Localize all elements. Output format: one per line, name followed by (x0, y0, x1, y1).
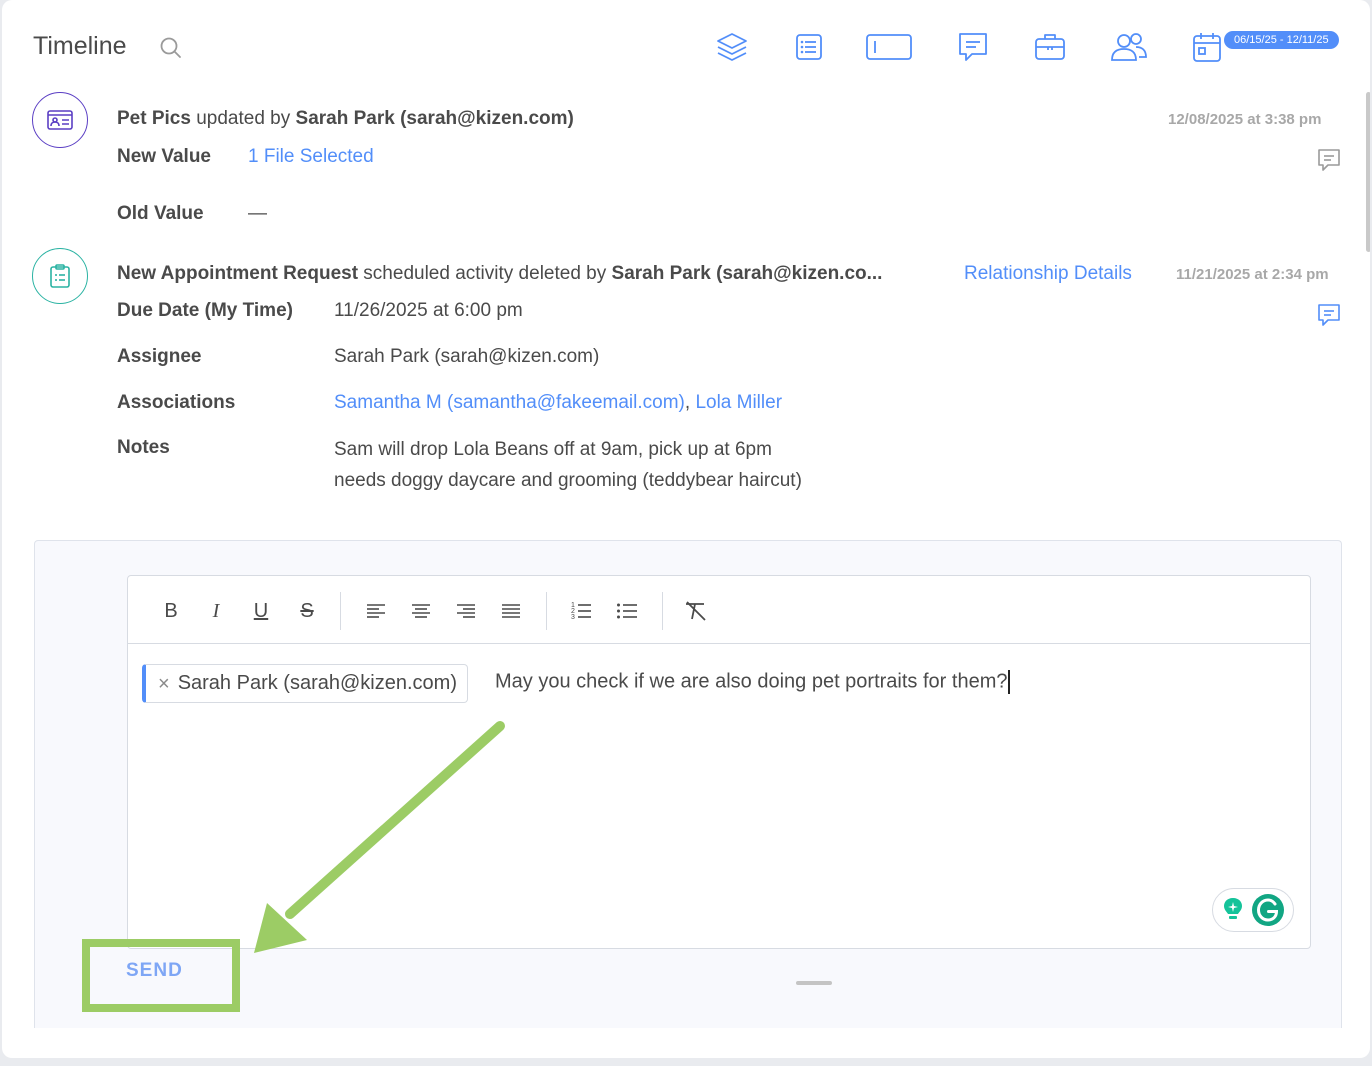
grammarly-icon (1252, 894, 1284, 926)
record-name: Pet Pics (117, 108, 191, 129)
bullet-list-icon[interactable] (614, 598, 640, 624)
field-icon[interactable] (864, 28, 914, 66)
clear-format-icon[interactable] (683, 598, 709, 624)
page-title: Timeline (33, 32, 127, 60)
strikethrough-button[interactable]: S (294, 598, 320, 624)
message-content: May you check if we are also doing pet p… (495, 670, 1008, 693)
field-label: Due Date (My Time) (117, 300, 293, 321)
message-icon[interactable] (954, 28, 992, 66)
align-center-icon[interactable] (408, 598, 434, 624)
record-name: New Appointment Request (117, 263, 359, 284)
users-icon[interactable] (1106, 28, 1152, 66)
id-card-icon (32, 92, 88, 148)
field-value: Sarah Park (sarah@kizen.com) (334, 346, 600, 367)
field-label: Associations (117, 392, 236, 413)
comment-icon[interactable] (1316, 147, 1342, 173)
briefcase-icon[interactable] (1030, 28, 1070, 66)
entry-action: scheduled activity deleted by (358, 263, 612, 284)
date-range-badge[interactable]: 06/15/25 - 12/11/25 (1224, 31, 1339, 49)
scrollbar[interactable] (1366, 92, 1370, 252)
mention-name: Sarah Park (sarah@kizen.com) (177, 672, 457, 694)
association-separator: , (684, 392, 696, 413)
resize-handle[interactable] (796, 981, 832, 985)
send-highlight-box (82, 939, 240, 1012)
grammarly-widget[interactable] (1212, 888, 1294, 932)
field-value: — (248, 203, 267, 224)
file-selected-link[interactable]: 1 File Selected (248, 146, 374, 168)
association-link[interactable]: Samantha M (samantha@fakeemail.com) (334, 392, 685, 413)
toolbar-divider (546, 592, 547, 630)
field-label: New Value (117, 146, 211, 167)
entry-user: Sarah Park (sarah@kizen.co... (611, 263, 883, 284)
ordered-list-icon[interactable]: 123 (568, 598, 594, 624)
align-right-icon[interactable] (453, 598, 479, 624)
remove-mention-icon[interactable]: × (158, 674, 170, 694)
comment-icon[interactable] (1316, 302, 1342, 328)
svg-text:3: 3 (571, 614, 575, 620)
layers-icon[interactable] (712, 28, 752, 66)
entry-title: Pet Pics updated by Sarah Park (sarah@ki… (117, 108, 574, 130)
field-label: Assignee (117, 346, 202, 367)
entry-title: New Appointment Request scheduled activi… (117, 263, 882, 285)
field-label: Old Value (117, 203, 204, 224)
field-value: 11/26/2025 at 6:00 pm (334, 300, 523, 321)
association-link[interactable]: Lola Miller (695, 392, 782, 413)
editor-toolbar: B I U S 123 (128, 576, 1310, 644)
italic-button[interactable]: I (203, 598, 229, 624)
calendar-icon[interactable] (1188, 28, 1226, 66)
lightbulb-icon (1224, 898, 1242, 919)
toolbar-divider (662, 592, 663, 630)
timeline-panel: Timeline 06/15/25 - 12/11/25 Pet Pics up… (2, 0, 1370, 1058)
list-icon[interactable] (790, 28, 828, 66)
underline-button[interactable]: U (248, 598, 274, 624)
entry-user: Sarah Park (sarah@kizen.com) (295, 108, 574, 129)
text-caret (1008, 670, 1011, 694)
entry-timestamp: 12/08/2025 at 3:38 pm (1168, 111, 1322, 128)
align-left-icon[interactable] (363, 598, 389, 624)
toolbar-divider (340, 592, 341, 630)
associations-value: Samantha M (samantha@fakeemail.com), Lol… (334, 392, 782, 414)
notes-line: Sam will drop Lola Beans off at 9am, pic… (334, 439, 772, 460)
relationship-details-link[interactable]: Relationship Details (964, 263, 1132, 285)
message-text[interactable]: May you check if we are also doing pet p… (495, 670, 1011, 694)
bold-button[interactable]: B (158, 598, 184, 624)
entry-timestamp: 11/21/2025 at 2:34 pm (1176, 266, 1329, 283)
align-justify-icon[interactable] (498, 598, 524, 624)
notes-line: needs doggy daycare and grooming (teddyb… (334, 470, 802, 491)
entry-action: updated by (190, 108, 296, 129)
field-label: Notes (117, 437, 170, 458)
rich-text-editor[interactable]: B I U S 123 × Sarah Park (sarah@kizen.co… (127, 575, 1311, 985)
clipboard-icon (32, 248, 88, 304)
search-icon[interactable] (158, 35, 184, 61)
mention-chip[interactable]: × Sarah Park (sarah@kizen.com) (142, 664, 468, 703)
